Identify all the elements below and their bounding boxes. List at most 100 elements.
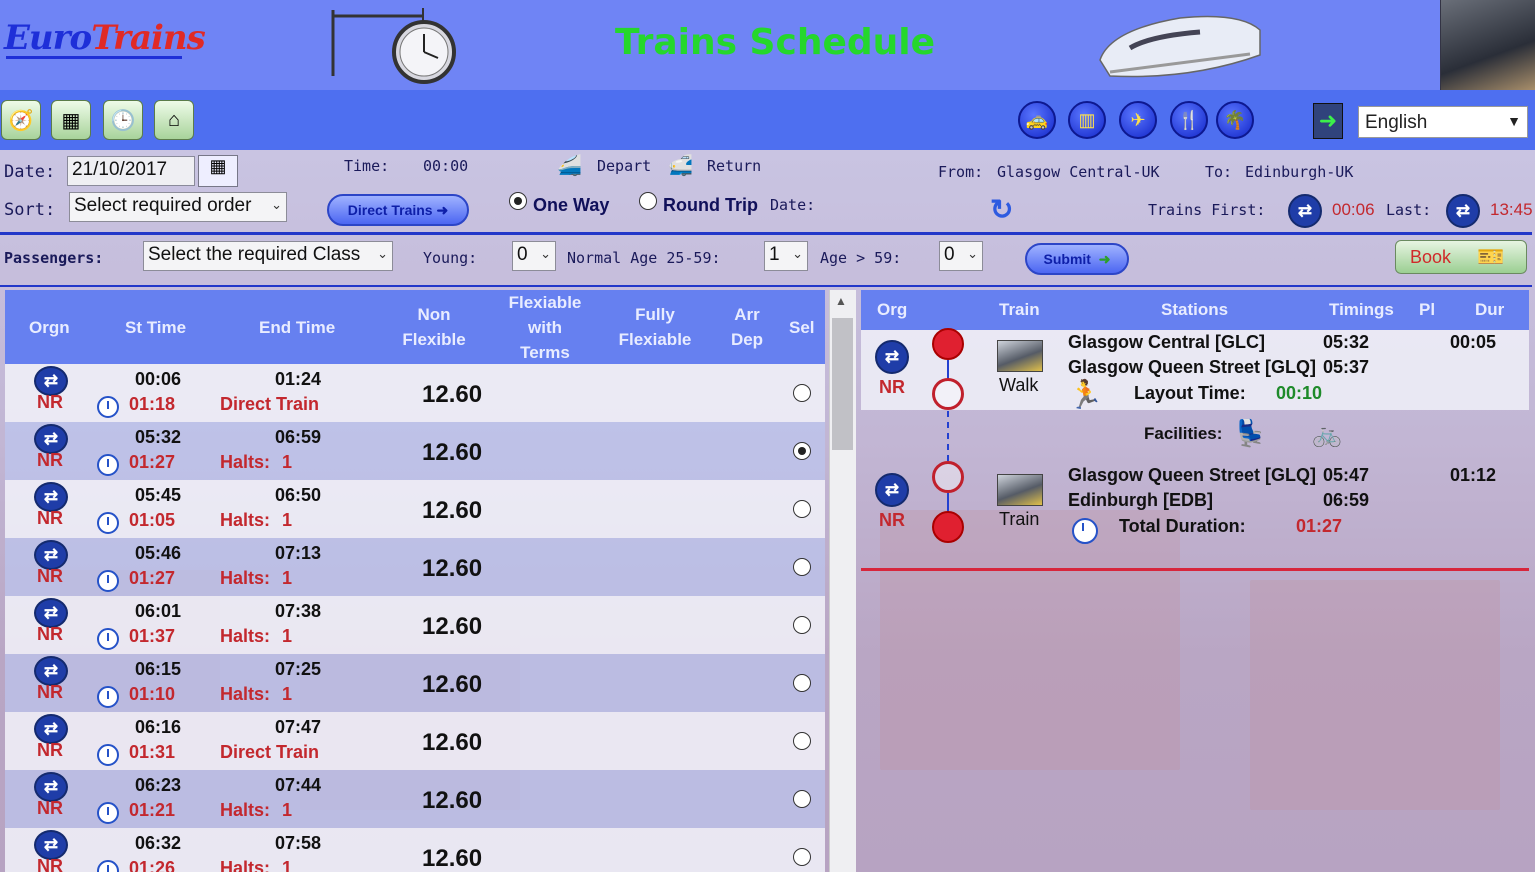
row-price[interactable]: 12.60	[422, 671, 482, 699]
train-station-photo	[1440, 0, 1535, 90]
chevron-down-icon: ⌄	[377, 246, 388, 261]
young-label: Young:	[423, 249, 478, 267]
row-price[interactable]: 12.60	[422, 497, 482, 525]
results-table: Orgn St Time End Time Non Flexible Flexia…	[5, 290, 825, 872]
row-select-radio[interactable]	[793, 674, 811, 692]
flight-icon[interactable]: ✈	[1119, 101, 1157, 139]
national-rail-icon: ⇄	[1446, 194, 1480, 228]
total-duration-value: 01:27	[1296, 516, 1343, 536]
holiday-icon[interactable]: 🌴	[1216, 101, 1254, 139]
row-price[interactable]: 12.60	[422, 787, 482, 815]
departure-stop-ring	[932, 461, 964, 493]
hotel-icon[interactable]: ▥	[1068, 101, 1106, 139]
class-select[interactable]: Select the required Class ⌄	[143, 241, 393, 271]
leg1-station-from: Glasgow Central [GLC]	[1068, 332, 1266, 352]
row-select-radio[interactable]	[793, 384, 811, 402]
one-way-label: One Way	[533, 195, 610, 215]
row-start-time: 05:46	[135, 543, 182, 563]
normal-count-select[interactable]: 1 ⌄	[764, 241, 808, 271]
row-select-radio[interactable]	[793, 616, 811, 634]
leg2-station-to: Edinburgh [EDB]	[1068, 490, 1213, 510]
clock-icon	[1072, 518, 1098, 544]
taxi-icon[interactable]: 🚕	[1018, 101, 1056, 139]
row-end-time: 07:44	[275, 775, 322, 795]
young-count-select[interactable]: 0 ⌄	[512, 241, 556, 271]
row-start-time: 05:32	[135, 427, 182, 447]
row-start-time: 06:15	[135, 659, 182, 679]
row-select-radio[interactable]	[793, 848, 811, 866]
date-input[interactable]: 21/10/2017	[67, 156, 195, 186]
clock-icon[interactable]: 🕒	[103, 100, 143, 140]
clock-icon	[97, 744, 119, 766]
row-halts: 1	[282, 858, 293, 872]
book-button[interactable]: Book 🎫	[1395, 240, 1527, 274]
arrow-right-icon: ➜	[1098, 250, 1111, 267]
one-way-radio[interactable]	[509, 192, 527, 210]
leg2-org: NR	[879, 510, 905, 530]
row-price[interactable]: 12.60	[422, 381, 482, 409]
language-select[interactable]: English ▼	[1358, 106, 1528, 138]
row-price[interactable]: 12.60	[422, 555, 482, 583]
exit-door-icon[interactable]: ➜	[1313, 103, 1343, 139]
row-price[interactable]: 12.60	[422, 845, 482, 872]
row-price[interactable]: 12.60	[422, 439, 482, 467]
col-timings: Timings	[1329, 300, 1394, 319]
clock-icon	[97, 860, 119, 872]
timetable-icon[interactable]: ▦	[51, 100, 91, 140]
col-train: Train	[999, 300, 1040, 319]
row-price[interactable]: 12.60	[422, 729, 482, 757]
table-row[interactable]: ⇄ NR 05:32 06:59 01:27 Halts: 1 12.60	[5, 422, 825, 480]
table-row[interactable]: ⇄ NR 06:32 07:58 01:26 Halts: 1 12.60	[5, 828, 825, 872]
row-start-time: 05:45	[135, 485, 182, 505]
row-select-radio[interactable]	[793, 500, 811, 518]
row-select-radio[interactable]	[793, 442, 811, 460]
row-select-radio[interactable]	[793, 732, 811, 750]
col-orgn: Orgn	[29, 318, 70, 337]
table-row[interactable]: ⇄ NR 05:46 07:13 01:27 Halts: 1 12.60	[5, 538, 825, 596]
row-duration: 01:21	[129, 800, 176, 820]
senior-age-label: Age > 59:	[820, 249, 902, 267]
calendar-icon[interactable]: ▦	[198, 155, 238, 187]
clock-icon	[97, 686, 119, 708]
row-end-time: 07:58	[275, 833, 322, 853]
row-select-radio[interactable]	[793, 558, 811, 576]
senior-count-select[interactable]: 0 ⌄	[939, 241, 983, 271]
col-end-time: End Time	[259, 318, 336, 337]
row-select-radio[interactable]	[793, 790, 811, 808]
depart-label: Depart	[597, 157, 652, 175]
national-rail-icon: ⇄	[1288, 194, 1322, 228]
table-row[interactable]: ⇄ NR 06:23 07:44 01:21 Halts: 1 12.60	[5, 770, 825, 828]
clock-icon	[97, 454, 119, 476]
direct-trains-button[interactable]: Direct Trains ➜	[327, 194, 469, 226]
return-train-icon: 🚅	[668, 155, 693, 177]
table-row[interactable]: ⇄ NR 00:06 01:24 01:18 Direct Train 12.60	[5, 364, 825, 422]
row-price[interactable]: 12.60	[422, 613, 482, 641]
sort-select[interactable]: Select required order ⌄	[69, 192, 287, 222]
restaurant-icon[interactable]: 🍴	[1170, 101, 1208, 139]
leg1-time-to: 05:37	[1323, 357, 1370, 377]
scroll-up-arrow[interactable]: ▲	[835, 294, 847, 308]
row-end-time: 06:59	[275, 427, 322, 447]
time-value[interactable]: 00:00	[423, 157, 468, 175]
scrollbar-thumb[interactable]	[832, 318, 853, 450]
table-row[interactable]: ⇄ NR 05:45 06:50 01:05 Halts: 1 12.60	[5, 480, 825, 538]
home-icon[interactable]: ⌂	[154, 100, 194, 140]
table-row[interactable]: ⇄ NR 06:16 07:47 01:31 Direct Train 12.60	[5, 712, 825, 770]
row-org: NR	[37, 624, 63, 644]
row-end-time: 07:13	[275, 543, 322, 563]
refresh-icon[interactable]: ↻	[990, 193, 1013, 226]
row-halts: 1	[282, 684, 293, 704]
map-icon[interactable]: 🧭	[1, 100, 41, 140]
row-note: Direct Train	[220, 742, 320, 762]
col-st-time: St Time	[125, 318, 187, 337]
station-clock-icon	[331, 8, 456, 84]
eurotrains-logo[interactable]: EuroTrains	[4, 18, 206, 58]
route-line	[947, 360, 949, 380]
table-row[interactable]: ⇄ NR 06:01 07:38 01:37 Halts: 1 12.60	[5, 596, 825, 654]
table-row[interactable]: ⇄ NR 06:15 07:25 01:10 Halts: 1 12.60	[5, 654, 825, 712]
col-arr-dep: Arr Dep	[730, 305, 764, 349]
bicycle-icon: 🚲	[1312, 421, 1342, 448]
submit-button[interactable]: Submit ➜	[1025, 243, 1129, 275]
toolbar	[0, 90, 1535, 150]
round-trip-radio[interactable]	[639, 192, 657, 210]
